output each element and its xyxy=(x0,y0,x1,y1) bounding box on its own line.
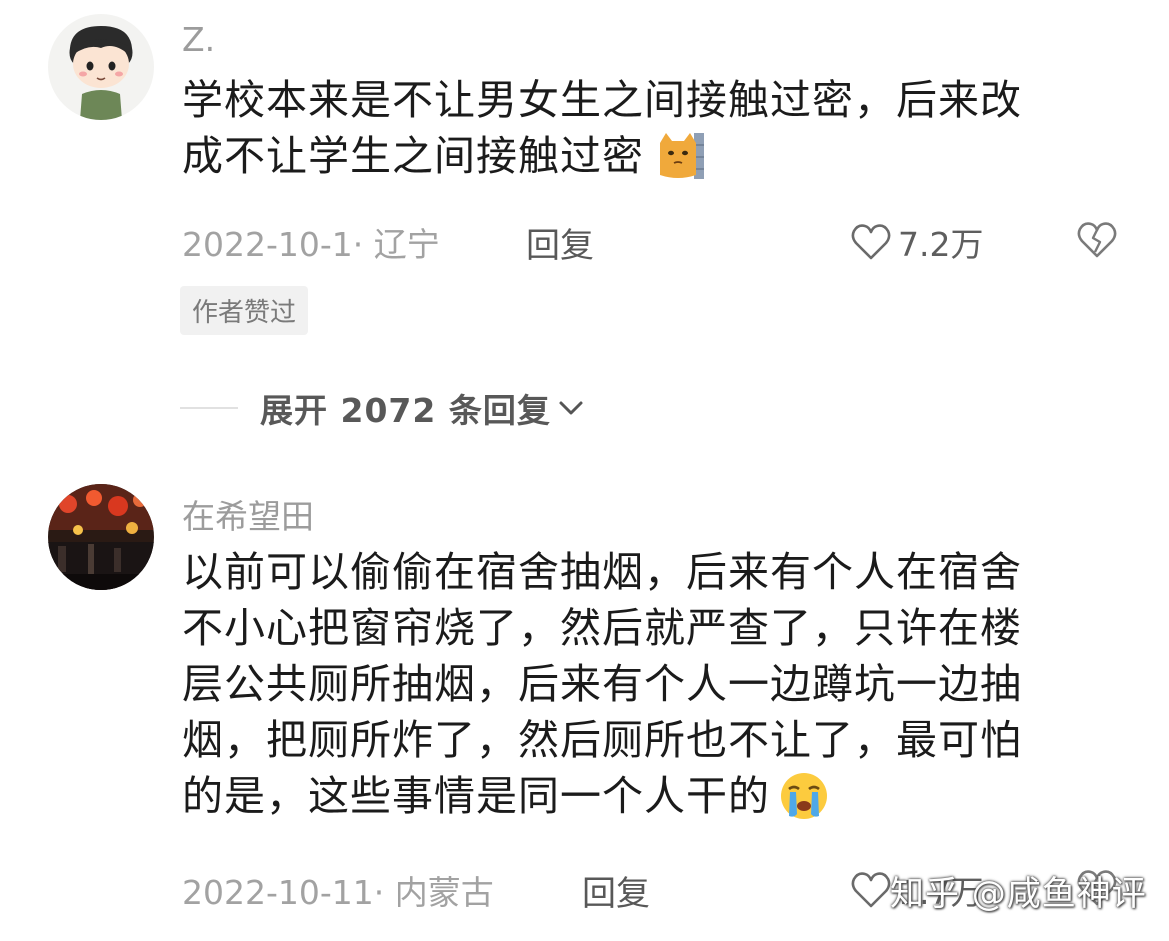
comment-line: 不小心把窗帘烧了，然后就严查了，只许在楼 xyxy=(182,604,1022,652)
comment-line: 的是，这些事情是同一个人干的 xyxy=(182,772,770,820)
comment-line: 烟，把厕所炸了，然后厕所也不让了，最可怕 xyxy=(182,716,1022,764)
dislike-button[interactable] xyxy=(1076,220,1118,264)
reply-button[interactable]: 回复 xyxy=(526,218,594,267)
watermark: 知乎 @咸鱼神评 xyxy=(890,874,1147,914)
comment-text: 学校本来是不让男女生之间接触过密，后来改 成不让学生之间接触过密 xyxy=(182,72,1092,184)
crying-emoji-icon xyxy=(778,770,830,822)
heart-icon xyxy=(850,870,892,910)
like-button[interactable]: 7.2万 xyxy=(850,218,983,266)
comment-line: 学校本来是不让男女生之间接触过密，后来改 xyxy=(182,76,1022,124)
divider xyxy=(180,407,238,409)
author-liked-badge: 作者赞过 xyxy=(180,286,309,335)
comment-line: 以前可以偷偷在宿舍抽烟，后来有个人在宿舍 xyxy=(182,548,1022,596)
like-count: 7.2万 xyxy=(898,225,984,264)
broken-heart-icon xyxy=(1076,220,1118,260)
expand-replies-label: 展开 2072 条回复 xyxy=(260,391,551,430)
comment-line: 成不让学生之间接触过密 xyxy=(182,132,644,180)
chevron-down-icon xyxy=(557,398,585,418)
reply-button[interactable]: 回复 xyxy=(582,866,650,915)
username[interactable]: 在希望田 xyxy=(182,490,314,538)
heart-icon xyxy=(850,222,892,262)
comment-line: 层公共厕所抽烟，后来有个人一边蹲坑一边抽 xyxy=(182,660,1022,708)
cat-emoji-icon xyxy=(656,131,706,181)
comment-text: 以前可以偷偷在宿舍抽烟，后来有个人在宿舍 不小心把窗帘烧了，然后就严查了，只许在… xyxy=(182,544,1092,824)
username[interactable]: Z. xyxy=(182,20,215,59)
avatar[interactable] xyxy=(48,14,154,120)
date-location: 2022-10-1· 辽宁 xyxy=(182,225,440,264)
date-location: 2022-10-11· 内蒙古 xyxy=(182,873,494,912)
expand-replies-button[interactable]: 展开 2072 条回复 xyxy=(180,384,585,432)
avatar[interactable] xyxy=(48,484,154,590)
